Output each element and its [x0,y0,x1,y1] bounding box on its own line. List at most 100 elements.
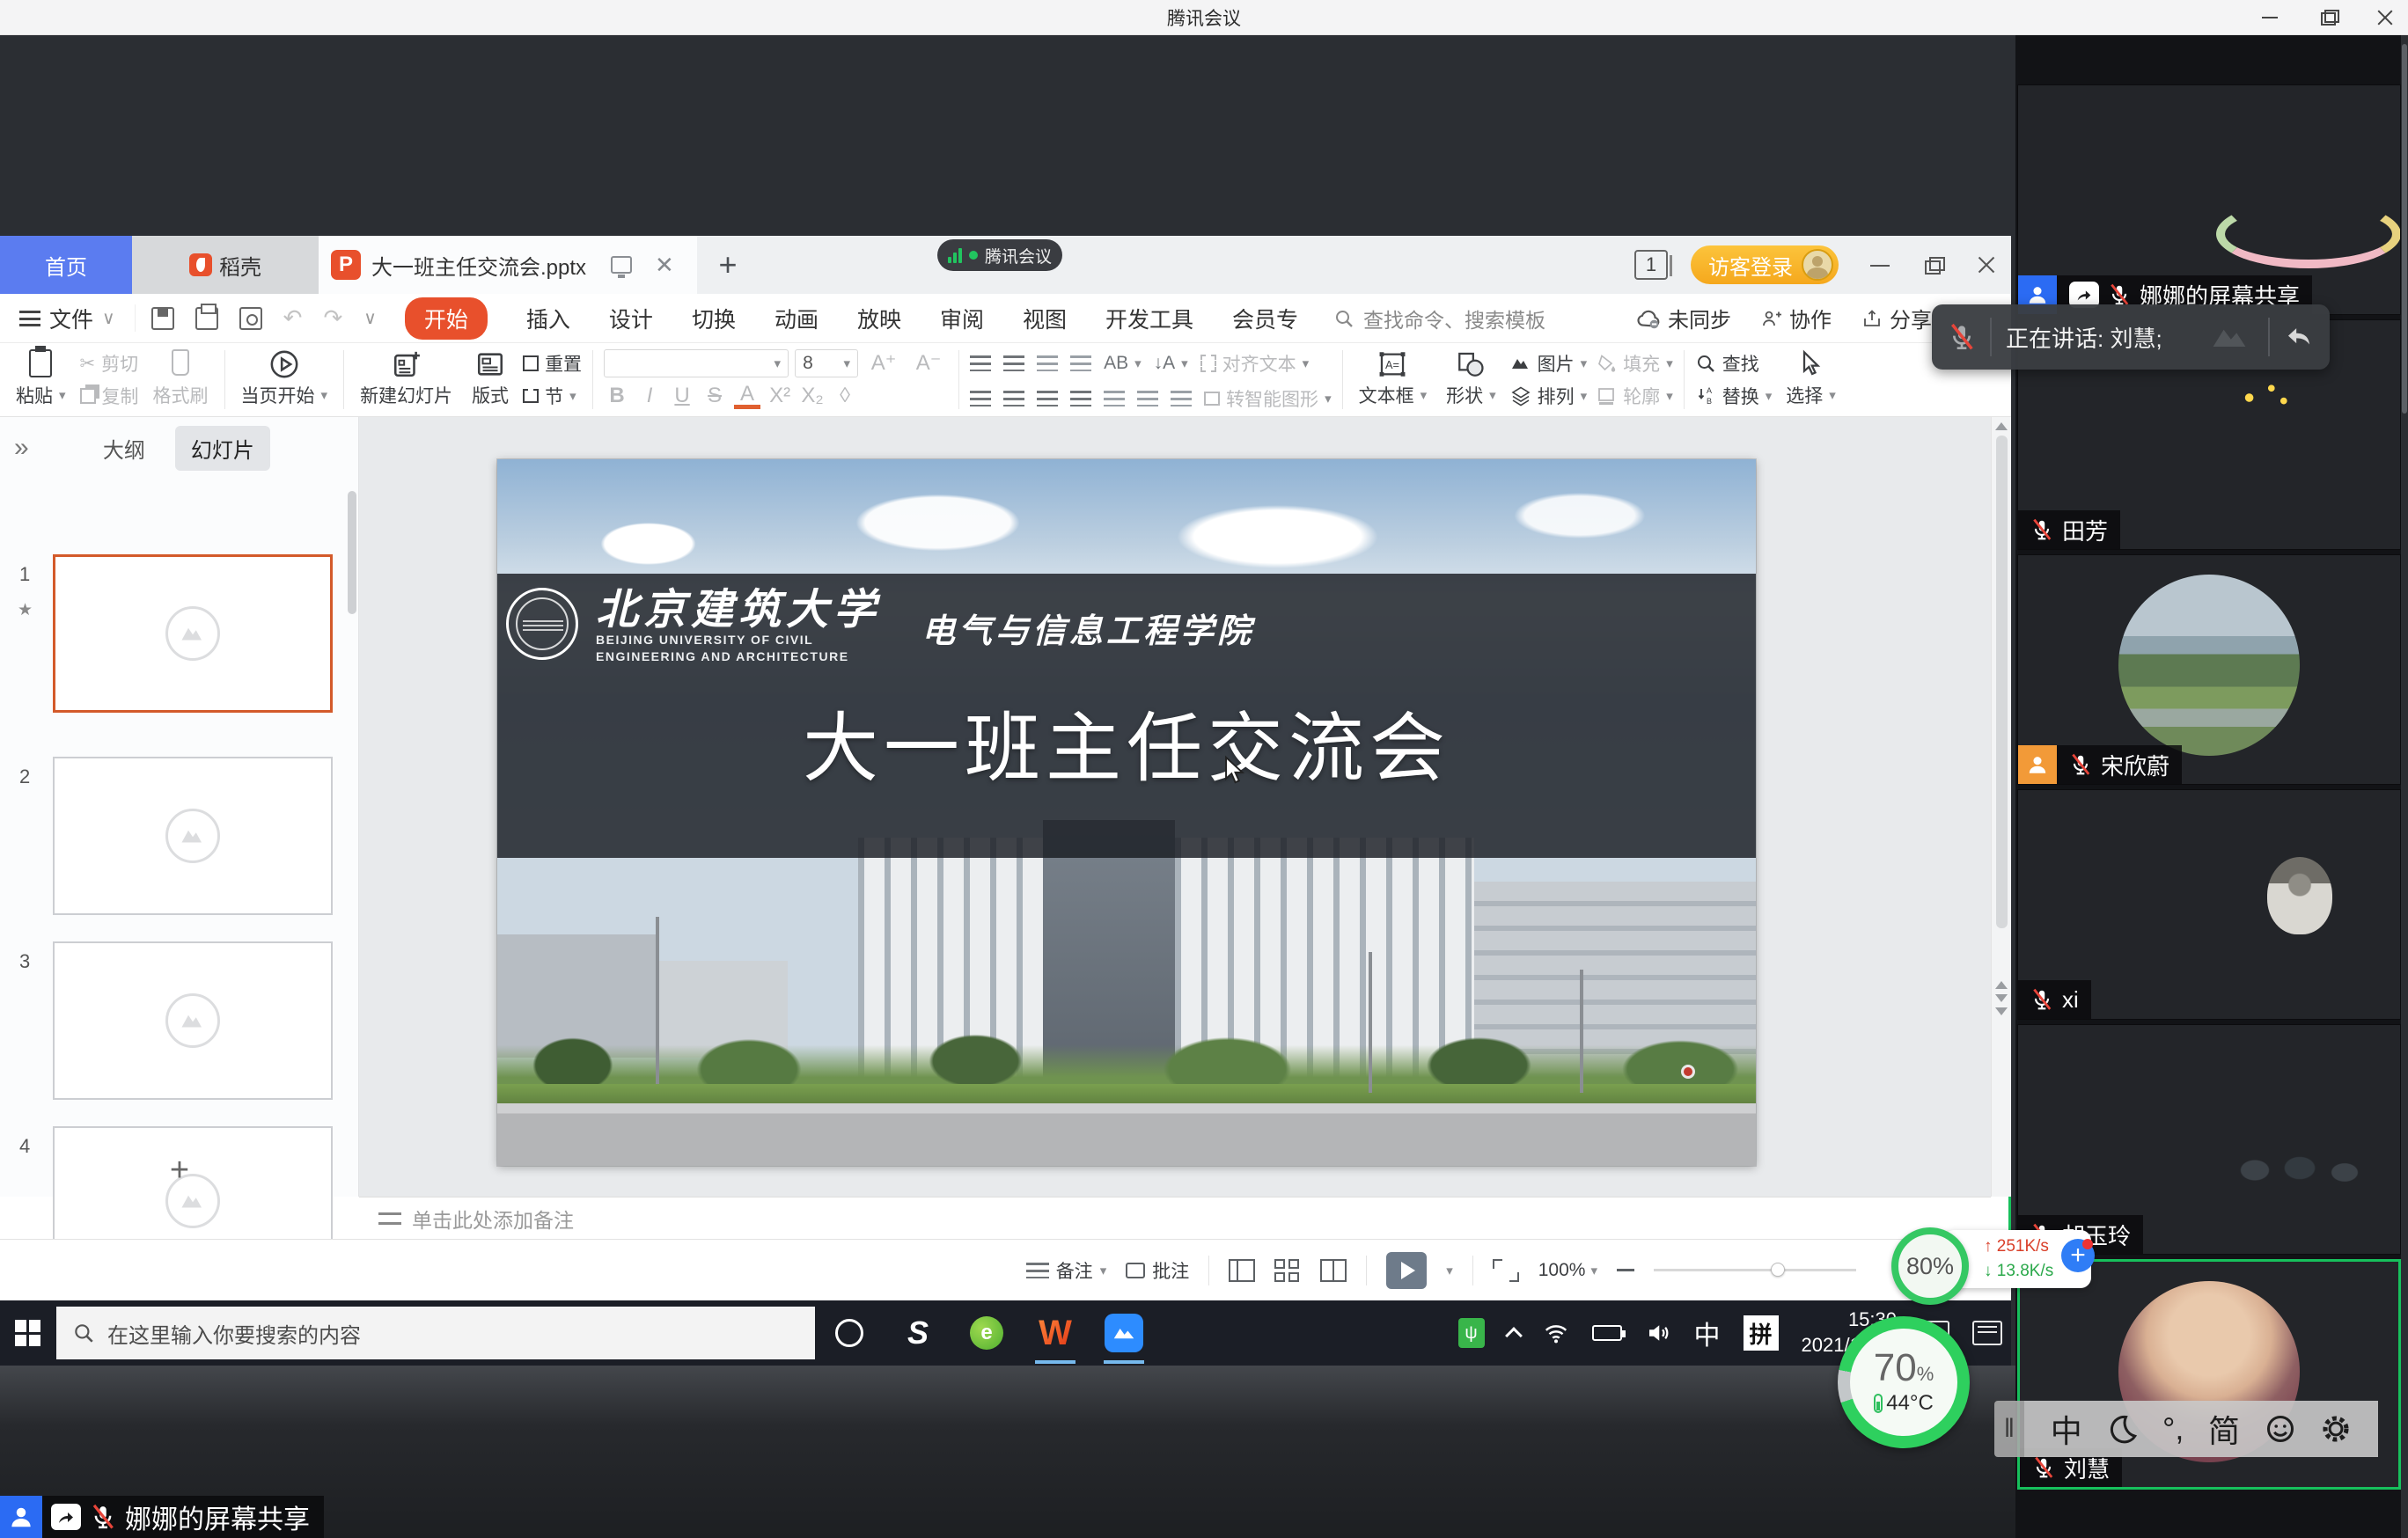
reply-icon[interactable] [2284,322,2314,352]
cpu-usage-bubble[interactable]: 70% 44°C [1838,1316,1970,1448]
notes-toggle[interactable]: 备注▾ [1026,1256,1107,1285]
shapes-button[interactable]: 形状▾ [1441,347,1501,413]
meeting-taskbar-button[interactable] [1090,1300,1158,1366]
bold-button[interactable]: B [604,384,630,408]
decrease-indent-icon[interactable] [1037,355,1058,371]
ime-pinyin-icon[interactable]: 拼 [1744,1315,1779,1351]
ribbon-tab-review[interactable]: 审阅 [940,303,984,334]
paste-button[interactable]: 粘贴▾ [11,347,71,413]
align-left-icon[interactable] [970,391,991,406]
cortana-button[interactable] [815,1300,884,1366]
start-button[interactable] [0,1300,56,1366]
font-color-button[interactable]: A [734,384,760,409]
align-text-button[interactable]: 对齐文本▾ [1200,348,1310,378]
normal-view-button[interactable] [1229,1259,1255,1282]
memory-usage-bubble[interactable]: 80% [1891,1227,1969,1305]
section-button[interactable]: 节▾ [523,381,582,411]
reading-view-button[interactable] [1320,1259,1347,1282]
slideshow-play-button[interactable] [1386,1252,1427,1289]
close-document-icon[interactable]: ✕ [655,252,674,279]
picture-button[interactable]: 图片▾ [1510,348,1588,378]
scrollbar-thumb[interactable] [1996,436,2008,928]
fill-button[interactable]: 填充▾ [1596,348,1673,378]
close-button[interactable] [2376,8,2396,27]
redo-icon[interactable]: ↷ [323,304,342,332]
slide-thumbnail-3[interactable] [53,941,333,1100]
sidebar-scrollbar[interactable] [2401,35,2408,1538]
ime-language-indicator[interactable]: 中 [1694,1314,1721,1352]
text-direction-button[interactable]: AB▾ [1104,348,1142,378]
panel-tab-outline[interactable]: 大纲 [103,433,145,464]
save-icon[interactable] [151,307,174,330]
meeting-floating-badge[interactable]: 腾讯会议 [937,239,1062,271]
volume-icon[interactable] [1645,1320,1671,1346]
ribbon-tab-member[interactable]: 会员专 [1232,303,1298,334]
ime-simplified[interactable]: 简 [2208,1406,2240,1452]
numbered-list-icon[interactable] [1003,355,1024,371]
guest-login-button[interactable]: 访客登录 [1691,245,1839,284]
subscript-button[interactable]: X₂ [799,384,826,408]
align-right-icon[interactable] [1037,391,1058,406]
participant-tile-xi[interactable]: xi [2017,789,2401,1020]
browser-button[interactable]: e [952,1300,1021,1366]
bullet-list-icon[interactable] [970,355,991,371]
print-icon[interactable] [195,307,218,330]
maximize-button[interactable] [2318,8,2338,27]
share-button[interactable]: 分享 [1861,303,1932,333]
underline-button[interactable]: U [669,384,695,408]
new-slide-button[interactable]: 新建幻灯片 [355,347,458,413]
new-tab-button[interactable]: + [697,236,759,294]
panel-scrollbar[interactable] [348,491,356,614]
ribbon-tab-insert[interactable]: 插入 [526,303,570,334]
panel-tab-slides[interactable]: 幻灯片 [175,426,270,471]
ribbon-tab-start[interactable]: 开始 [405,297,488,340]
zoom-level[interactable]: 100%▾ [1538,1256,1597,1285]
select-button[interactable]: 选择▾ [1780,347,1841,413]
wps-tab-docer[interactable]: 稻壳 [132,236,319,294]
wps-restore-button[interactable] [1923,255,1942,275]
emoji-icon[interactable] [2265,1413,2296,1445]
battery-icon[interactable] [1592,1325,1622,1341]
present-mode-icon[interactable] [611,256,632,274]
participant-tile-nana[interactable]: 娜娜的屏幕共享 [2017,84,2401,315]
superscript-button[interactable]: X² [767,384,793,408]
ime-toolbar[interactable]: ‖ 中 °, 简 [1994,1401,2378,1457]
copy-button[interactable]: 复制 [80,381,139,411]
text-box-button[interactable]: 文本框▾ [1354,347,1433,413]
ime-drag-handle[interactable]: ‖ [1994,1401,2024,1457]
paragraph-spacing-icon[interactable] [1171,391,1192,406]
line-spacing-icon[interactable] [1137,391,1158,406]
clear-format-icon[interactable]: ◊ [832,384,858,408]
to-smartart-button[interactable]: 转智能图形▾ [1204,384,1332,414]
gear-icon[interactable] [2320,1413,2352,1445]
ribbon-tab-view[interactable]: 视图 [1023,303,1067,334]
file-menu[interactable]: 文件 ∨ [0,303,135,334]
wps-minimize-button[interactable] [1870,255,1890,275]
wps-close-button[interactable] [1976,255,1995,275]
strikethrough-button[interactable]: S [701,384,728,408]
slide-thumbnail-2[interactable] [53,757,333,915]
sorter-view-button[interactable] [1274,1259,1301,1282]
wifi-icon[interactable] [1543,1320,1569,1346]
arrange-button[interactable]: 排列▾ [1510,381,1588,411]
scroll-down-icon[interactable] [1995,1007,2008,1015]
play-from-page-button[interactable]: 当页开始▾ [236,347,334,413]
italic-button[interactable]: I [636,384,663,408]
accelerator-ball-button[interactable]: + [2061,1239,2095,1272]
zoom-out-button[interactable] [1617,1269,1634,1271]
command-search[interactable]: 查找命令、搜索模板 [1333,304,1545,333]
zoom-slider-thumb[interactable] [1771,1263,1785,1277]
outline-button[interactable]: 轮廓▾ [1596,381,1673,411]
cut-button[interactable]: ✂剪切 [80,348,139,378]
increase-font-icon[interactable]: A⁺ [864,350,903,376]
increase-indent-icon[interactable] [1070,355,1091,371]
replace-button[interactable]: 替换▾ [1695,381,1773,411]
undo-icon[interactable]: ↶ [283,304,303,332]
decrease-font-icon[interactable]: A⁻ [909,350,948,376]
slide-thumbnail-1[interactable] [53,554,333,713]
canvas-scrollbar[interactable] [1991,417,2011,1197]
ribbon-tab-slideshow[interactable]: 放映 [857,303,901,334]
notes-strip[interactable]: 单击此处添加备注 [359,1197,1991,1239]
wps-taskbar-button[interactable]: W [1021,1300,1090,1366]
wps-tab-document[interactable]: P 大一班主任交流会.pptx ✕ [319,236,697,294]
